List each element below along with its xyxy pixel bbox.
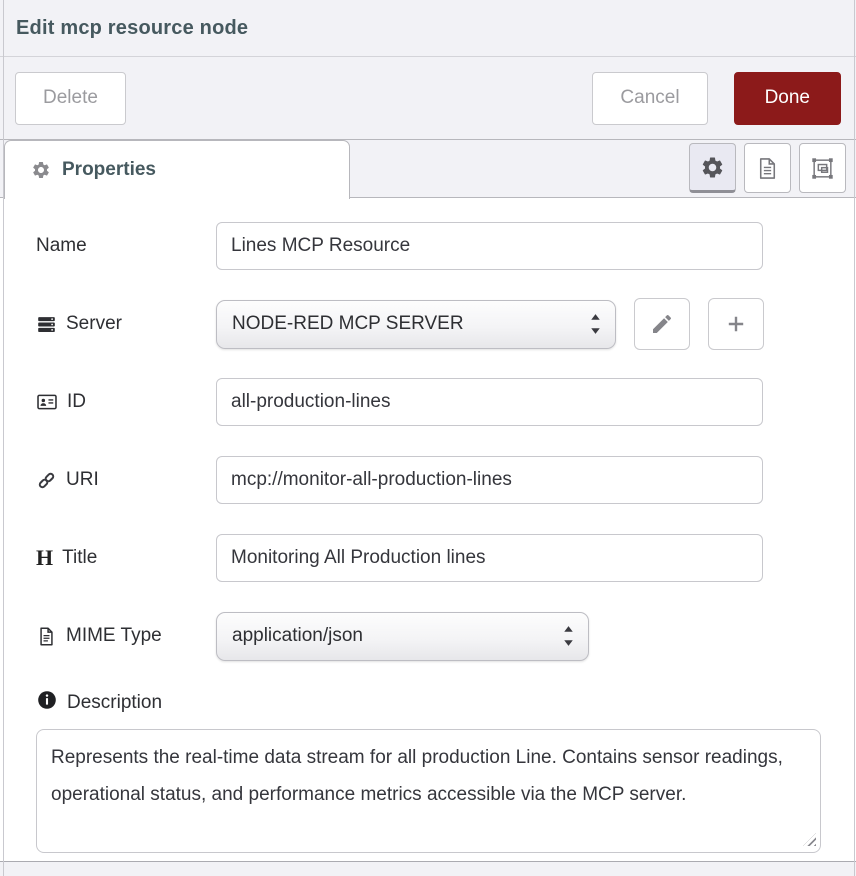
file-text-icon xyxy=(36,626,57,647)
title-label: H Title xyxy=(36,547,216,569)
dialog-footer xyxy=(0,862,856,876)
id-label-text: ID xyxy=(67,391,86,413)
server-label: Server xyxy=(36,313,216,335)
select-arrows-icon xyxy=(560,623,577,649)
server-label-text: Server xyxy=(66,313,122,335)
mime-type-select-value: application/json xyxy=(232,625,363,647)
mime-type-label-text: MIME Type xyxy=(66,625,162,647)
form-row-mime-type: MIME Type application/json xyxy=(36,612,856,660)
dialog-title: Edit mcp resource node xyxy=(16,17,248,40)
edit-server-button[interactable] xyxy=(634,298,690,350)
form-row-server: Server NODE-RED MCP SERVER xyxy=(36,300,856,348)
server-select[interactable]: NODE-RED MCP SERVER xyxy=(216,300,616,349)
title-label-text: Title xyxy=(62,547,97,569)
tab-bar: Properties xyxy=(0,140,856,198)
appearance-icon xyxy=(810,156,835,181)
tab-properties-label: Properties xyxy=(62,159,156,181)
id-input[interactable] xyxy=(216,378,763,426)
tab-toolbar xyxy=(689,143,846,193)
server-select-value: NODE-RED MCP SERVER xyxy=(232,313,464,335)
description-label-text: Description xyxy=(67,692,162,714)
mime-type-select[interactable]: application/json xyxy=(216,612,589,661)
properties-tab-button[interactable] xyxy=(689,143,736,193)
uri-label: URI xyxy=(36,469,216,491)
header-icon: H xyxy=(36,547,53,569)
description-label: Description xyxy=(36,690,856,716)
description-textarea[interactable]: Represents the real-time data stream for… xyxy=(36,729,821,853)
uri-label-text: URI xyxy=(66,469,99,491)
add-server-button[interactable] xyxy=(708,298,764,350)
cancel-button[interactable]: Cancel xyxy=(592,72,707,125)
pencil-icon xyxy=(650,312,674,336)
edit-node-dialog: Edit mcp resource node Delete Cancel Don… xyxy=(0,0,856,876)
plus-icon xyxy=(724,312,748,336)
form-row-uri: URI xyxy=(36,456,856,504)
delete-button[interactable]: Delete xyxy=(15,72,126,125)
id-label: ID xyxy=(36,391,216,413)
id-card-icon xyxy=(36,391,58,413)
properties-form: Name Server NOD xyxy=(0,198,856,862)
form-row-name: Name xyxy=(36,222,856,270)
gear-icon xyxy=(31,160,51,180)
form-row-title: H Title xyxy=(36,534,856,582)
description-field-wrap: Represents the real-time data stream for… xyxy=(36,729,821,853)
document-icon xyxy=(755,156,780,181)
info-icon xyxy=(36,689,58,717)
select-arrows-icon xyxy=(587,311,604,337)
description-tab-button[interactable] xyxy=(744,143,791,193)
tab-properties[interactable]: Properties xyxy=(4,140,350,199)
done-button[interactable]: Done xyxy=(734,72,841,125)
appearance-tab-button[interactable] xyxy=(799,143,846,193)
server-icon xyxy=(36,314,57,335)
uri-input[interactable] xyxy=(216,456,763,504)
mime-type-label: MIME Type xyxy=(36,625,216,647)
title-input[interactable] xyxy=(216,534,763,582)
dialog-header: Edit mcp resource node xyxy=(0,0,856,57)
name-input[interactable] xyxy=(216,222,763,270)
gear-icon xyxy=(700,155,725,180)
form-row-id: ID xyxy=(36,378,856,426)
link-icon xyxy=(36,470,57,491)
name-label-text: Name xyxy=(36,235,87,257)
name-label: Name xyxy=(36,235,216,257)
action-button-bar: Delete Cancel Done xyxy=(0,57,856,140)
